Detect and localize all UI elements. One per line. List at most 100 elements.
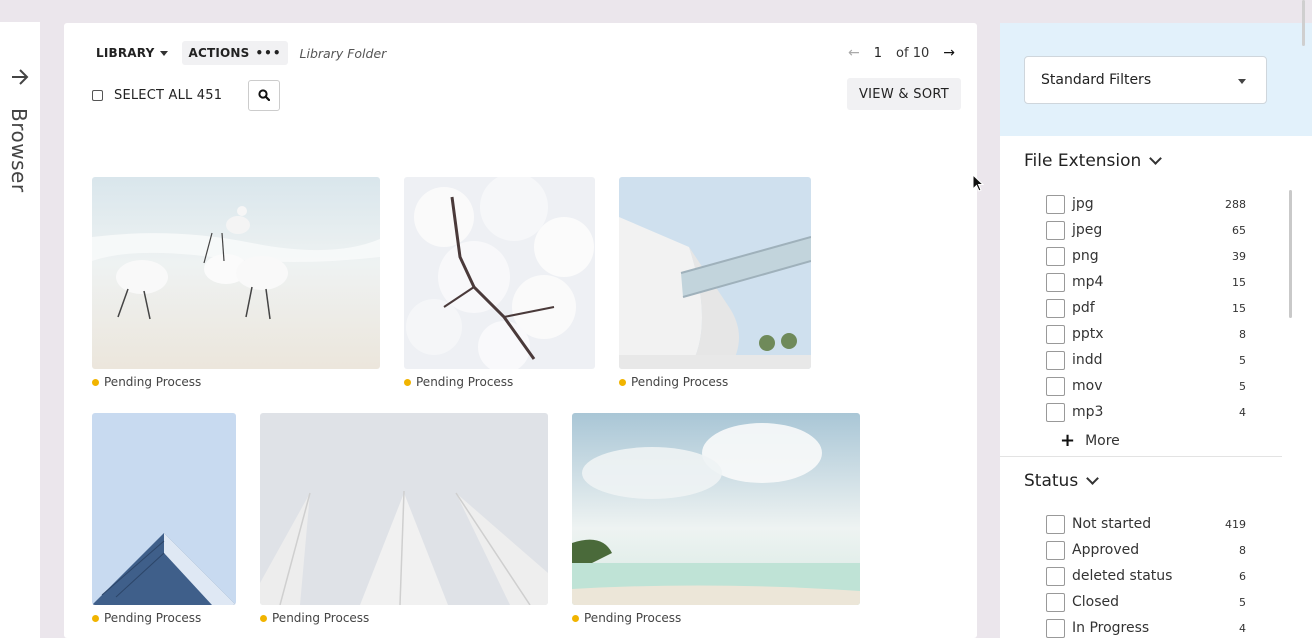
library-label: LIBRARY <box>96 46 155 60</box>
page-total: of 10 <box>896 45 930 61</box>
filter-option-count: 419 <box>1225 517 1246 531</box>
next-page-icon[interactable]: → <box>943 45 955 61</box>
status-toggle[interactable]: Status <box>1024 471 1100 491</box>
pending-dot-icon <box>92 614 99 622</box>
filter-option-label: Approved <box>1072 542 1140 558</box>
filter-checkbox[interactable] <box>1046 376 1065 396</box>
filter-option-label: pdf <box>1072 300 1095 316</box>
filter-option-label: indd <box>1072 352 1103 368</box>
filter-option-label: Closed <box>1072 594 1120 610</box>
asset-thumbnail-building[interactable] <box>619 177 811 369</box>
select-all-checkbox[interactable] <box>92 89 103 101</box>
chevron-down-icon <box>1149 152 1163 165</box>
filter-checkbox[interactable] <box>1046 246 1065 266</box>
filter-checkbox[interactable] <box>1046 298 1065 318</box>
library-menu-button[interactable]: LIBRARY <box>90 41 174 65</box>
page-scrollbar[interactable] <box>1302 0 1305 46</box>
filter-option-count: 288 <box>1225 197 1246 211</box>
filter-option-label: mov <box>1072 378 1103 394</box>
folder-label: Library Folder <box>299 45 387 61</box>
filter-option[interactable]: jpg 288 <box>1046 194 1246 214</box>
filter-option[interactable]: mp4 15 <box>1046 272 1246 292</box>
prev-page-icon[interactable]: ← <box>848 45 860 61</box>
standard-filters-label: Standard Filters <box>1041 72 1152 88</box>
asset-status: Pending Process <box>404 375 513 389</box>
asset-status: Pending Process <box>92 375 201 389</box>
asset-status: Pending Process <box>572 611 681 625</box>
chevron-down-icon <box>1086 472 1100 485</box>
asset-browser: LIBRARY ACTIONS ••• Library Folder ← 1 o… <box>64 23 977 638</box>
asset-tile[interactable]: Pending Process <box>92 413 236 633</box>
filter-option[interactable]: Approved 8 <box>1046 540 1246 560</box>
filter-header: Standard Filters <box>1000 23 1312 136</box>
filter-option-count: 8 <box>1239 327 1246 341</box>
asset-tile[interactable]: Pending Process <box>404 177 595 397</box>
filter-checkbox[interactable] <box>1046 540 1065 560</box>
filter-checkbox[interactable] <box>1046 324 1065 344</box>
browser-rail[interactable]: Browser <box>0 22 40 638</box>
filter-option[interactable]: jpeg 65 <box>1046 220 1246 240</box>
filter-checkbox[interactable] <box>1046 566 1065 586</box>
caret-down-icon <box>1238 79 1246 84</box>
more-extensions-button[interactable]: + More <box>1060 430 1120 451</box>
filter-option[interactable]: deleted status 6 <box>1046 566 1246 586</box>
filter-option-label: pptx <box>1072 326 1104 342</box>
filter-option-count: 6 <box>1239 569 1246 583</box>
asset-tile[interactable]: Pending Process <box>92 177 380 397</box>
filter-checkbox[interactable] <box>1046 514 1065 534</box>
caret-down-icon <box>160 50 169 56</box>
filter-option[interactable]: indd 5 <box>1046 350 1246 370</box>
filter-checkbox[interactable] <box>1046 272 1065 292</box>
more-label: More <box>1085 433 1120 449</box>
filter-checkbox[interactable] <box>1046 592 1065 612</box>
filter-option[interactable]: png 39 <box>1046 246 1246 266</box>
filter-checkbox[interactable] <box>1046 618 1065 638</box>
asset-thumbnail-blossoms[interactable] <box>404 177 595 369</box>
mouse-cursor-icon <box>972 174 984 192</box>
filter-option[interactable]: mp3 4 <box>1046 402 1246 422</box>
select-all-label[interactable]: SELECT ALL 451 <box>114 88 222 103</box>
filter-checkbox[interactable] <box>1046 194 1065 214</box>
actions-label: ACTIONS <box>188 46 250 60</box>
asset-thumbnail-facade[interactable] <box>92 413 236 605</box>
asset-status: Pending Process <box>619 375 728 389</box>
filter-option-label: In Progress <box>1072 620 1150 636</box>
asset-thumbnail-egrets[interactable] <box>92 177 380 369</box>
filter-checkbox[interactable] <box>1046 402 1065 422</box>
file-extension-toggle[interactable]: File Extension <box>1024 151 1163 171</box>
filter-option[interactable]: Closed 5 <box>1046 592 1246 612</box>
arrow-right-icon[interactable] <box>10 68 30 86</box>
selection-bar: SELECT ALL 451 <box>92 79 281 111</box>
asset-tile[interactable]: Pending Process <box>619 177 811 397</box>
actions-menu-button[interactable]: ACTIONS ••• <box>182 41 288 65</box>
search-button[interactable] <box>248 79 281 111</box>
asset-status-label: Pending Process <box>104 375 202 389</box>
filter-option[interactable]: In Progress 4 <box>1046 618 1246 638</box>
asset-tile[interactable]: Pending Process <box>572 413 860 633</box>
filter-option[interactable]: pptx 8 <box>1046 324 1246 344</box>
filter-option-count: 5 <box>1239 595 1246 609</box>
filter-option[interactable]: pdf 15 <box>1046 298 1246 318</box>
asset-status: Pending Process <box>92 611 201 625</box>
filter-option-label: mp4 <box>1072 274 1104 290</box>
asset-thumbnail-tent[interactable] <box>260 413 548 605</box>
filter-option[interactable]: mov 5 <box>1046 376 1246 396</box>
more-dots-icon: ••• <box>255 46 282 60</box>
filter-option[interactable]: Not started 419 <box>1046 514 1246 534</box>
search-icon <box>258 89 271 101</box>
plus-icon: + <box>1060 430 1076 451</box>
filter-option-count: 8 <box>1239 543 1246 557</box>
asset-tile[interactable]: Pending Process <box>260 413 548 633</box>
filter-scrollbar[interactable] <box>1289 190 1292 318</box>
view-sort-button[interactable]: VIEW & SORT <box>847 78 961 110</box>
asset-thumbnail-beach[interactable] <box>572 413 860 605</box>
filter-option-label: png <box>1072 248 1099 264</box>
filter-option-label: mp3 <box>1072 404 1104 420</box>
toolbar: LIBRARY ACTIONS ••• Library Folder <box>90 41 386 65</box>
current-page[interactable]: 1 <box>874 46 882 61</box>
filter-checkbox[interactable] <box>1046 220 1065 240</box>
pending-dot-icon <box>404 378 411 386</box>
filter-option-count: 5 <box>1239 379 1246 393</box>
filter-checkbox[interactable] <box>1046 350 1065 370</box>
standard-filters-select[interactable]: Standard Filters <box>1024 56 1267 104</box>
